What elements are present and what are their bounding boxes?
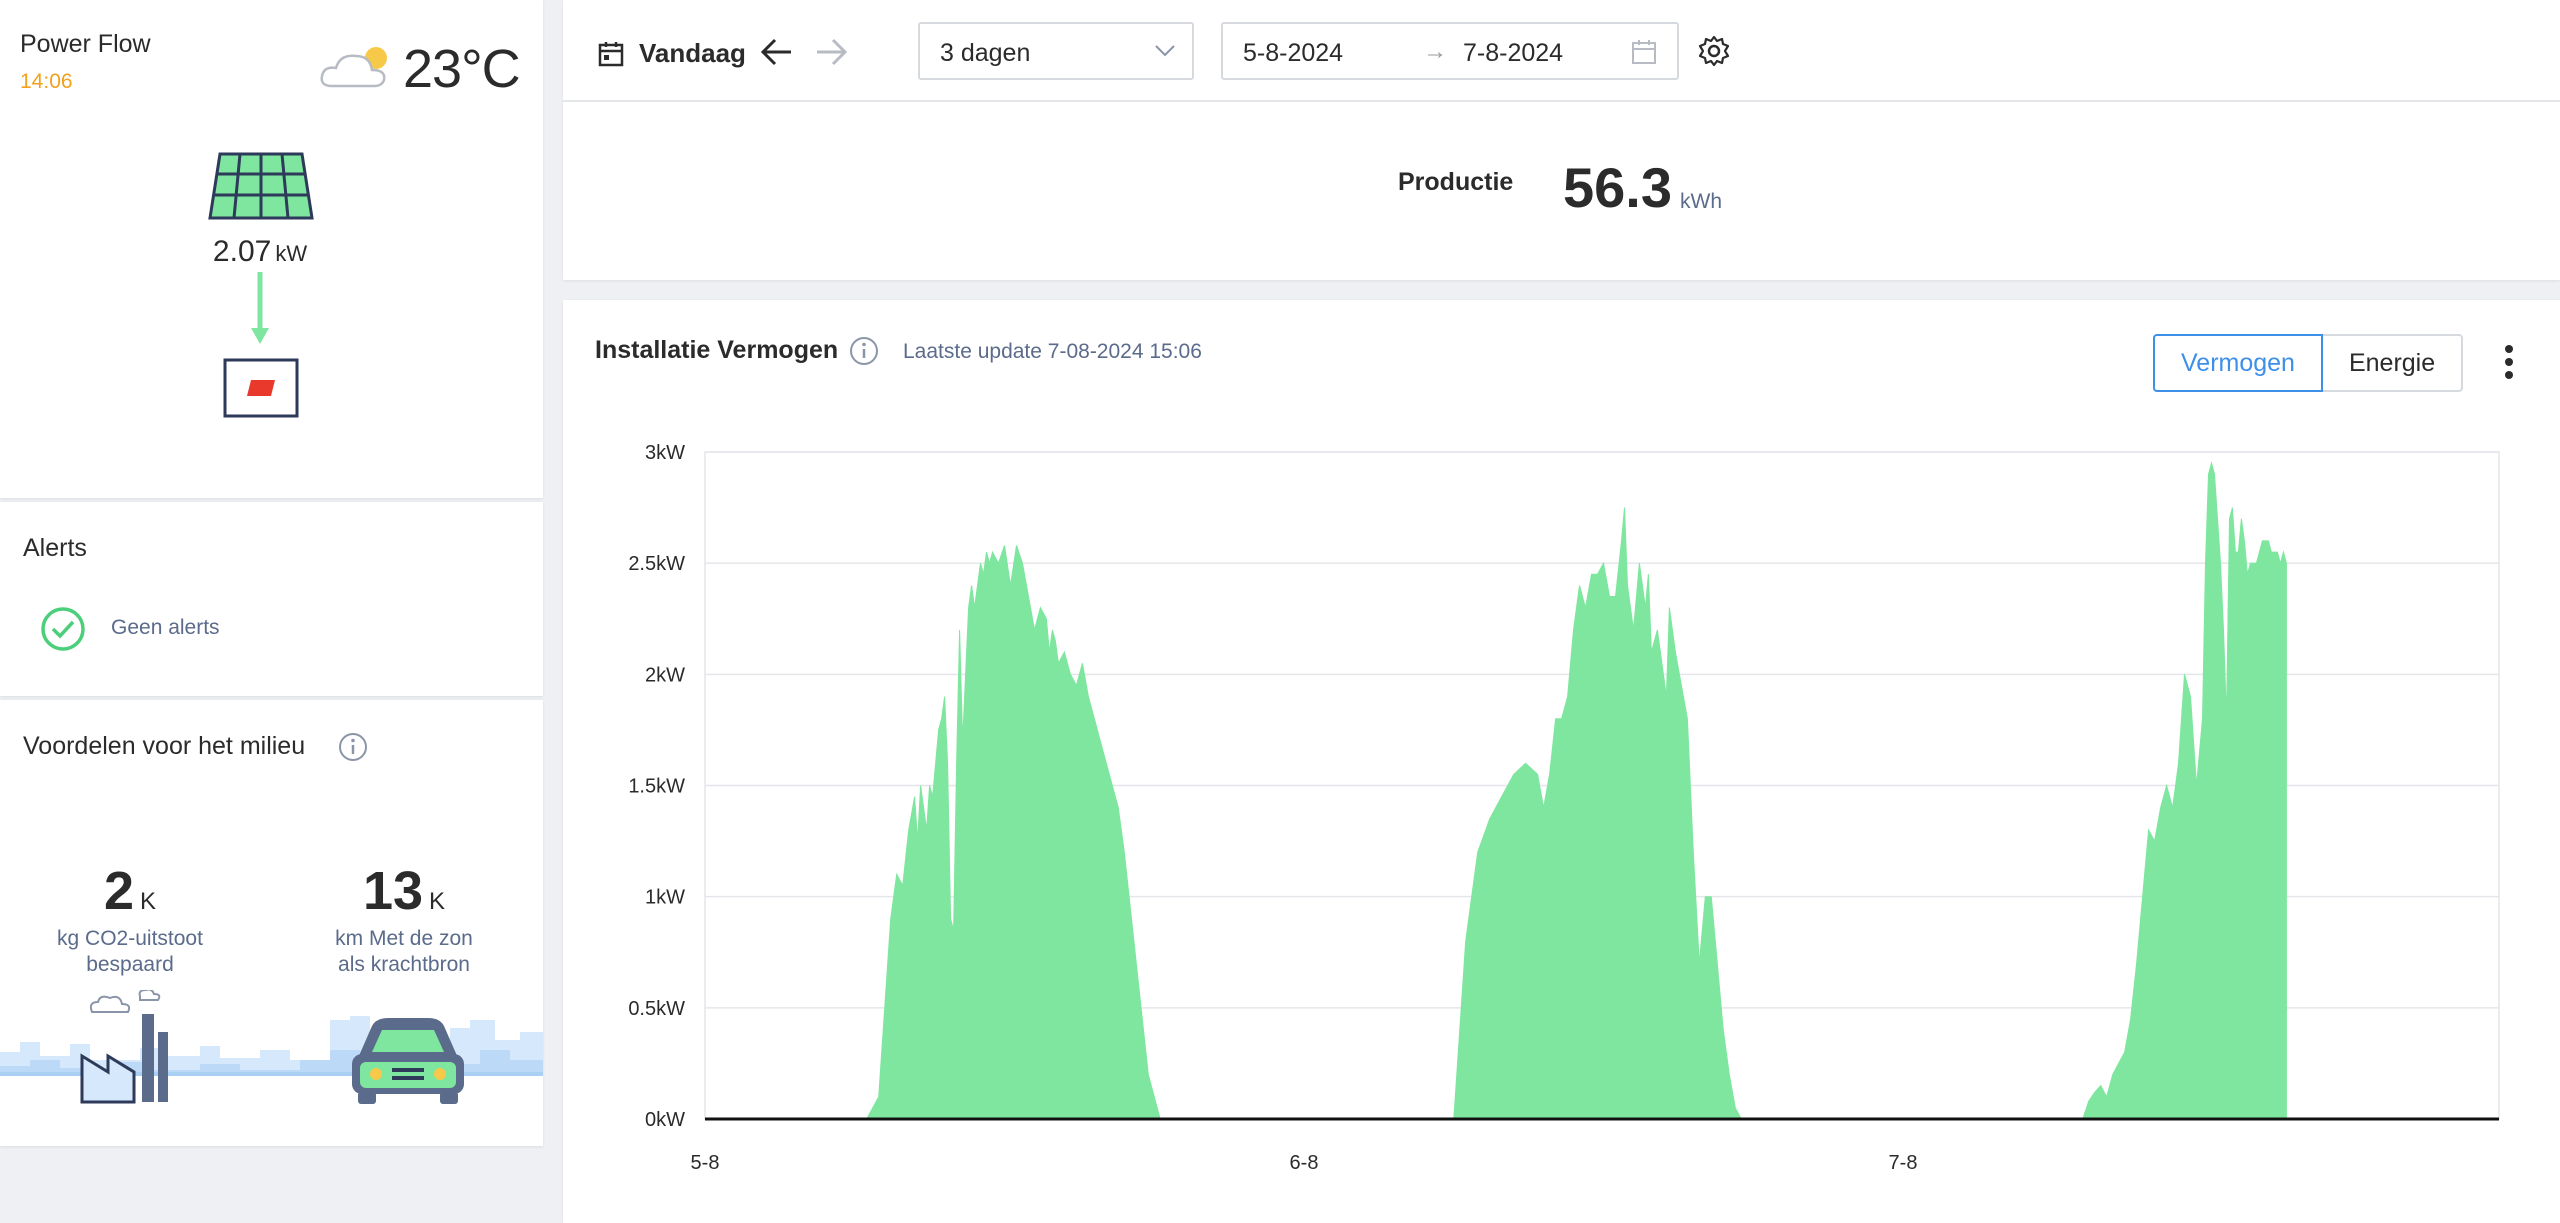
power-flow-time: 14:06 <box>20 70 73 93</box>
solar-panel-icon[interactable] <box>208 152 314 222</box>
today-button[interactable]: Vandaag <box>639 38 746 69</box>
production-value: 56.3 <box>1563 156 1672 219</box>
production-unit: kWh <box>1680 190 1722 213</box>
y-tick-label: 1kW <box>645 887 685 909</box>
alerts-title: Alerts <box>23 534 87 562</box>
production-label: Productie <box>1398 168 1514 196</box>
y-tick-label: 2kW <box>645 664 685 686</box>
y-tick-label: 0.5kW <box>628 998 685 1020</box>
km-value: 13 <box>362 861 424 921</box>
factory-icon <box>80 990 168 1104</box>
chart-card: Installatie Vermogen Laatste update 7-08… <box>563 300 2560 1223</box>
co2-stat: 2K kg CO2-uitstoot bespaard <box>0 860 260 978</box>
pv-power-readout: 2.07 kW <box>0 235 520 269</box>
environment-title: Voordelen voor het milieu <box>23 732 306 760</box>
arrow-right-icon[interactable] <box>813 36 849 68</box>
co2-value: 2 <box>103 861 135 921</box>
co2-label-2: bespaard <box>86 953 174 976</box>
y-tick-label: 3kW <box>645 442 685 464</box>
km-suffix: K <box>429 888 446 915</box>
pv-power-unit: kW <box>275 241 308 266</box>
y-tick-label: 0kW <box>645 1109 685 1131</box>
partly-cloudy-icon <box>320 47 387 88</box>
divider <box>563 100 2560 102</box>
gear-icon[interactable] <box>1697 34 1731 68</box>
arrow-left-icon[interactable] <box>759 36 795 68</box>
chevron-down-icon <box>1155 45 1175 57</box>
power-chart: 0kW 0.5kW 1kW 1.5kW 2kW 2.5kW 3kW 5-8 6-8 7-8 <box>628 442 2500 1174</box>
date-to[interactable]: 7-8-2024 <box>1463 39 1563 68</box>
km-label-2: als krachtbron <box>338 953 470 976</box>
date-from[interactable]: 5-8-2024 <box>1243 39 1343 68</box>
y-tick-label: 2.5kW <box>628 553 685 575</box>
environment-card: Voordelen voor het milieu 2K kg CO2-uits… <box>0 700 543 1146</box>
co2-label-1: kg CO2-uitstoot <box>57 927 203 950</box>
y-tick-label: 1.5kW <box>628 776 685 798</box>
calendar-icon[interactable] <box>1631 39 1657 65</box>
inverter-icon[interactable] <box>223 358 299 418</box>
x-tick-label: 7-8 <box>1889 1152 1918 1174</box>
date-range-picker[interactable]: 5-8-2024 → 7-8-2024 <box>1221 22 1679 80</box>
flow-arrow-icon <box>251 272 269 344</box>
x-tick-label: 5-8 <box>691 1152 720 1174</box>
km-label-1: km Met de zon <box>335 927 473 950</box>
alerts-card: Alerts Geen alerts <box>0 502 543 696</box>
date-range-arrow: → <box>1423 38 1447 65</box>
power-flow-title: Power Flow <box>20 30 151 58</box>
info-icon[interactable] <box>338 732 368 762</box>
km-stat: 13 K km Met de zon als krachtbron <box>274 860 534 978</box>
period-select-value: 3 dagen <box>940 39 1031 67</box>
power-flow-card: Power Flow 14:06 23°C 2.07 kW <box>0 0 543 498</box>
city-skyline-illustration <box>0 990 543 1104</box>
period-select[interactable]: 3 dagen <box>918 22 1194 80</box>
check-circle-icon <box>41 607 85 651</box>
temperature: 23°C <box>403 39 521 99</box>
toolbar-card: Vandaag 3 dagen 5-8-2024 → 7-8-2024 Prod… <box>563 0 2560 280</box>
alerts-status: Geen alerts <box>111 616 220 639</box>
x-tick-label: 6-8 <box>1290 1152 1319 1174</box>
pv-power-value: 2.07 <box>212 235 272 268</box>
co2-suffix: K <box>140 888 157 915</box>
calendar-icon[interactable] <box>597 40 625 68</box>
